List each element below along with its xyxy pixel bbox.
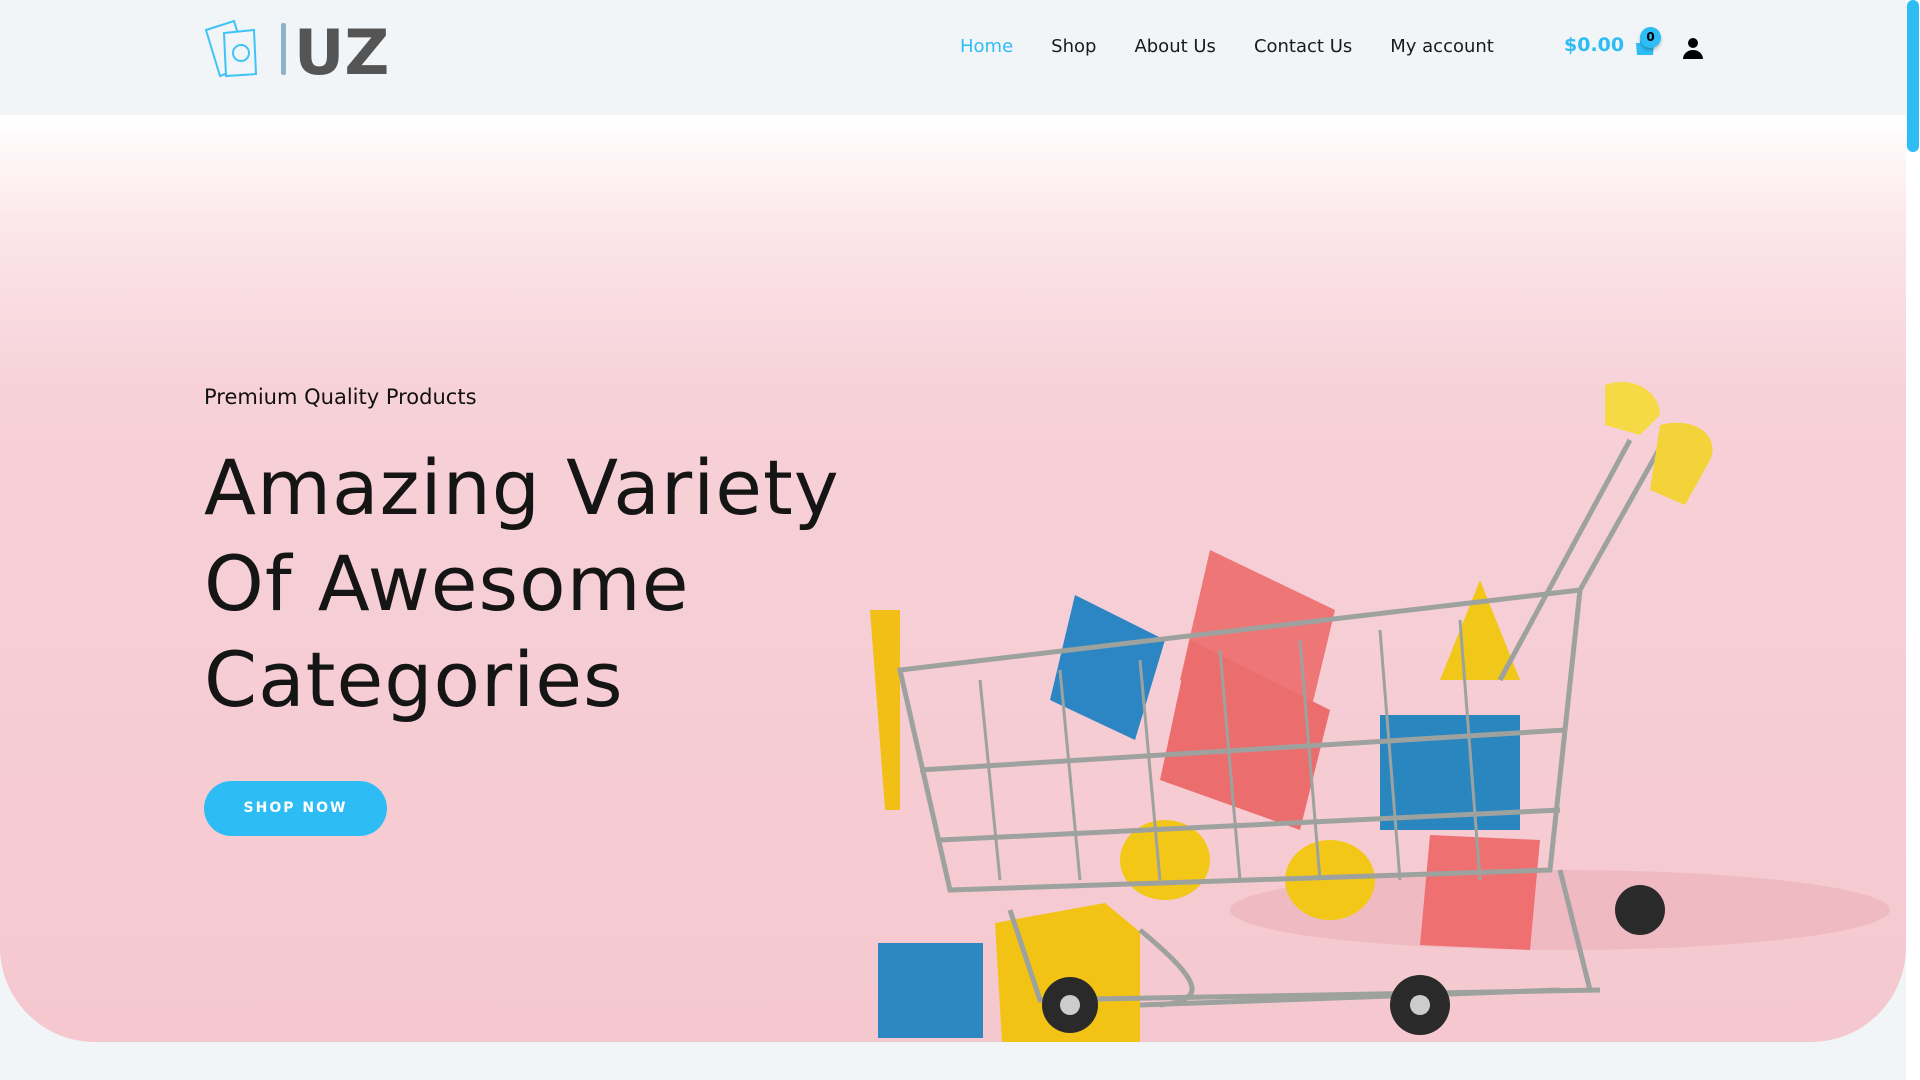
logo[interactable]: UZ	[204, 18, 414, 82]
main-nav: Home Shop About Us Contact Us My account	[960, 36, 1494, 57]
shop-now-button[interactable]: SHOP NOW	[204, 781, 387, 836]
nav-home[interactable]: Home	[960, 36, 1013, 57]
hero-title-line: Amazing Variety	[204, 443, 840, 532]
nav-my-account[interactable]: My account	[1390, 36, 1494, 57]
logo-text: UZ	[294, 18, 389, 82]
cart-count-badge: 0	[1640, 27, 1661, 48]
hero-title-line: Categories	[204, 635, 624, 724]
cart-total: $0.00	[1564, 34, 1625, 56]
hero-title: Amazing Variety Of Awesome Categories	[204, 440, 840, 728]
hero-subtitle: Premium Quality Products	[204, 385, 477, 409]
nav-about-us[interactable]: About Us	[1134, 36, 1216, 57]
scrollbar[interactable]	[1906, 0, 1920, 1080]
nav-shop[interactable]: Shop	[1051, 36, 1096, 57]
hero-banner: Premium Quality Products Amazing Variety…	[0, 115, 1906, 1042]
scrollbar-thumb[interactable]	[1907, 0, 1919, 152]
site-header: UZ Home Shop About Us Contact Us My acco…	[0, 0, 1906, 115]
user-icon[interactable]	[1682, 37, 1704, 59]
nav-contact-us[interactable]: Contact Us	[1254, 36, 1352, 57]
shopping-cart-toys-image	[870, 381, 1890, 1042]
hero-title-line: Of Awesome	[204, 539, 690, 628]
